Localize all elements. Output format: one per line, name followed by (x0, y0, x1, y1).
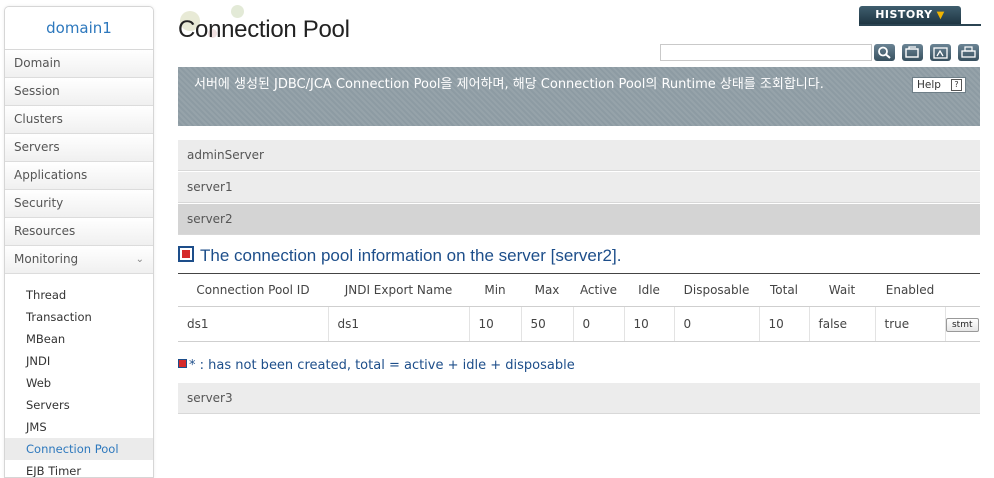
sidebar-item-session[interactable]: Session (5, 78, 153, 106)
history-button[interactable]: HISTORY ▼ (859, 6, 961, 24)
column-header: Active (573, 273, 624, 307)
legend-bullet-icon (178, 359, 187, 368)
sidebar-item-label: Monitoring (14, 252, 79, 266)
monitoring-submenu: Thread Transaction MBean JNDI Web Server… (5, 274, 153, 477)
column-header: Enabled (875, 273, 945, 307)
section-heading: The connection pool information on the s… (178, 246, 621, 266)
column-header: Max (521, 273, 573, 307)
cell-jndi-name: ds1 (328, 306, 470, 342)
cell-max: 50 (521, 306, 574, 342)
legend-text: : has not been created, total = active +… (199, 358, 575, 373)
server-row-adminserver[interactable]: adminServer (178, 140, 980, 171)
cell-enabled: true (875, 306, 946, 342)
sidebar-item-monitoring[interactable]: Monitoring ⌄ (5, 246, 153, 274)
cell-min: 10 (469, 306, 522, 342)
table-row: ds1 ds1 10 50 0 10 0 10 false true stmt (178, 306, 980, 342)
column-header (945, 273, 980, 307)
cell-action: stmt (945, 306, 980, 342)
history-underline (859, 24, 981, 26)
table-header-row: Connection Pool ID JNDI Export Name Min … (178, 273, 980, 307)
server-row-server3[interactable]: server3 (178, 383, 980, 414)
submenu-item-transaction[interactable]: Transaction (5, 306, 153, 328)
submenu-item-mbean[interactable]: MBean (5, 328, 153, 350)
column-header: Total (759, 273, 809, 307)
print-button[interactable] (958, 44, 979, 61)
sidebar-item-applications[interactable]: Applications (5, 162, 153, 190)
question-icon: ? (951, 79, 962, 91)
column-header: JNDI Export Name (328, 273, 469, 307)
sidebar-item-resources[interactable]: Resources (5, 218, 153, 246)
banner-description: 서버에 생성된 JDBC/JCA Connection Pool을 제어하며, … (194, 77, 824, 92)
section-title: The connection pool information on the s… (200, 246, 622, 265)
page-title: Connection Pool (178, 16, 350, 43)
sidebar: domain1 Domain Session Clusters Servers … (4, 6, 154, 478)
cell-active: 0 (573, 306, 625, 342)
column-header: Connection Pool ID (178, 273, 328, 307)
submenu-item-connection-pool[interactable]: Connection Pool (5, 438, 153, 460)
sidebar-item-domain[interactable]: Domain (5, 50, 153, 78)
sidebar-item-security[interactable]: Security (5, 190, 153, 218)
search-input[interactable] (660, 44, 872, 61)
column-header: Min (469, 273, 521, 307)
info-banner: 서버에 생성된 JDBC/JCA Connection Pool을 제어하며, … (178, 67, 980, 126)
cell-disposable: 0 (674, 306, 760, 342)
submenu-item-web[interactable]: Web (5, 372, 153, 394)
export-xml-button[interactable] (930, 44, 951, 61)
chevron-down-icon: ▼ (936, 10, 945, 21)
server-row-server1[interactable]: server1 (178, 172, 980, 203)
cell-total: 10 (759, 306, 810, 342)
submenu-item-jms[interactable]: JMS (5, 416, 153, 438)
server-row-server2[interactable]: server2 (178, 204, 980, 235)
legend-note: * : has not been created, total = active… (178, 358, 575, 373)
help-button[interactable]: Help ? (912, 77, 966, 93)
cell-idle: 10 (624, 306, 675, 342)
history-label: HISTORY (875, 8, 933, 21)
refresh-button[interactable] (902, 44, 923, 61)
submenu-item-jndi[interactable]: JNDI (5, 350, 153, 372)
legend-star: * (189, 358, 196, 373)
submenu-item-thread[interactable]: Thread (5, 284, 153, 306)
column-header: Wait (809, 273, 875, 307)
domain-title[interactable]: domain1 (5, 7, 153, 50)
column-header: Idle (624, 273, 674, 307)
submenu-item-ejb-timer[interactable]: EJB Timer (5, 460, 153, 477)
sidebar-item-clusters[interactable]: Clusters (5, 106, 153, 134)
connection-pool-table: Connection Pool ID JNDI Export Name Min … (178, 273, 980, 342)
column-header: Disposable (674, 273, 759, 307)
submenu-item-servers[interactable]: Servers (5, 394, 153, 416)
cell-wait: false (809, 306, 876, 342)
cell-pool-id: ds1 (178, 306, 329, 342)
chevron-down-icon: ⌄ (135, 254, 144, 265)
stmt-button[interactable]: stmt (945, 318, 979, 332)
section-bullet-icon (178, 246, 194, 262)
help-label: Help (917, 79, 941, 91)
sidebar-item-servers[interactable]: Servers (5, 134, 153, 162)
search-button[interactable] (874, 44, 895, 61)
